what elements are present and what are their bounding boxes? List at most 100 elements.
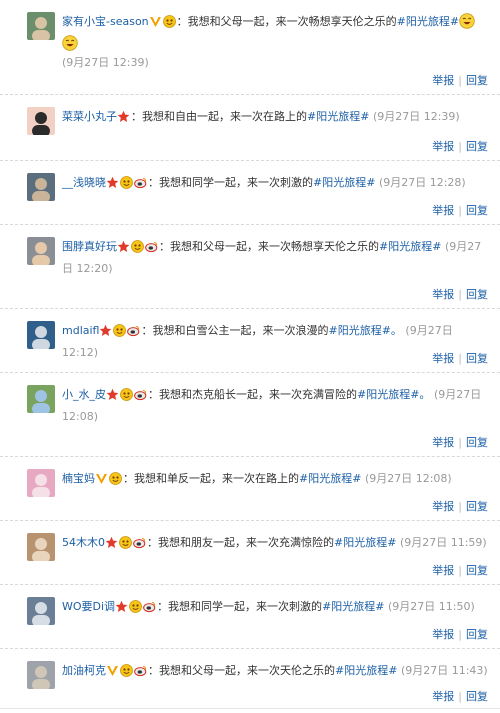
report-link[interactable]: 举报 [432, 140, 454, 153]
topic-link[interactable]: #阳光旅程# [313, 176, 375, 189]
avatar[interactable] [27, 237, 55, 265]
username-link[interactable]: __浅晓晓 [62, 176, 106, 189]
vip-v-icon[interactable] [106, 664, 119, 677]
username-link[interactable]: 54木木0 [62, 536, 105, 549]
emoticon-icon[interactable] [162, 15, 176, 28]
reply-link[interactable]: 回复 [466, 288, 488, 301]
report-link[interactable]: 举报 [432, 352, 454, 365]
username-link[interactable]: mdlaifl [62, 324, 99, 337]
comment-item: 菜菜小丸子 ：我想和自由一起，来一次在路上的#阳光旅程# (9月27日 12:39… [0, 94, 500, 160]
avatar[interactable] [27, 12, 55, 40]
vip-v-icon[interactable] [95, 472, 108, 485]
star-icon[interactable] [117, 240, 130, 253]
report-link[interactable]: 举报 [432, 628, 454, 641]
star-icon[interactable] [99, 324, 112, 337]
weibo-icon[interactable] [134, 664, 147, 677]
username-link[interactable]: 菜菜小丸子 [62, 110, 117, 123]
username-link[interactable]: WO要Di调 [62, 600, 115, 613]
username-link[interactable]: 围脖真好玩 [62, 240, 117, 253]
comment-actions: 举报 | 回复 [432, 688, 488, 704]
avatar[interactable] [27, 661, 55, 689]
comment-text: ：我想和朋友一起，来一次充满惊险的 [147, 536, 334, 549]
star-icon[interactable] [106, 388, 119, 401]
timestamp: (9月27日 12:28) [378, 176, 466, 189]
report-link[interactable]: 举报 [432, 288, 454, 301]
user-badges [106, 176, 148, 195]
user-badges [149, 15, 177, 34]
report-link[interactable]: 举报 [432, 74, 454, 87]
emoticon-icon[interactable] [109, 472, 122, 485]
comment-item: 楠宝妈 ：我想和单反一起，来一次在路上的#阳光旅程# (9月27日 12:08) 举… [0, 456, 500, 520]
comment-actions: 举报 | 回复 [432, 498, 488, 514]
avatar[interactable] [27, 469, 55, 497]
emoticon-icon[interactable] [120, 388, 133, 401]
comment-text: ：我想和父母一起，来一次畅想享天伦之乐的 [176, 15, 397, 28]
comment-text: ：我想和单反一起，来一次在路上的 [123, 472, 299, 485]
reply-link[interactable]: 回复 [466, 140, 488, 153]
topic-link[interactable]: #阳光旅程# [379, 240, 441, 253]
topic-link[interactable]: #阳光旅程# [397, 15, 459, 28]
weibo-icon[interactable] [145, 240, 158, 253]
reply-link[interactable]: 回复 [466, 690, 488, 703]
comment-item: mdlaifl ：我想和白雪公主一起，来一次浪漫的#阳光旅程#。 (9月27日 1… [0, 308, 500, 372]
user-badges [106, 388, 148, 407]
avatar[interactable] [27, 173, 55, 201]
emoticon-icon[interactable] [113, 324, 127, 337]
emoticon-icon[interactable] [129, 600, 142, 613]
reply-link[interactable]: 回复 [466, 352, 488, 365]
username-link[interactable]: 家有小宝-season [62, 15, 149, 28]
username-link[interactable]: 楠宝妈 [62, 472, 95, 485]
emoticon-icon[interactable] [120, 664, 133, 677]
report-link[interactable]: 举报 [432, 690, 454, 703]
weibo-icon[interactable] [143, 600, 156, 613]
topic-link[interactable]: #阳光旅程#。 [328, 324, 401, 337]
reply-link[interactable]: 回复 [466, 628, 488, 641]
report-link[interactable]: 举报 [432, 500, 454, 513]
topic-link[interactable]: #阳光旅程# [322, 600, 384, 613]
comment-body: 54木木0 ：我想和朋友一起，来一次充满惊险的#阳光旅程# (9月27日 11:5… [62, 533, 488, 555]
topic-link[interactable]: #阳光旅程# [299, 472, 361, 485]
action-separator: | [458, 140, 462, 153]
vip-v-icon[interactable] [149, 15, 162, 28]
reply-link[interactable]: 回复 [466, 204, 488, 217]
avatar[interactable] [27, 597, 55, 625]
reply-link[interactable]: 回复 [466, 74, 488, 87]
report-link[interactable]: 举报 [432, 436, 454, 449]
divider [0, 708, 500, 709]
action-separator: | [458, 436, 462, 449]
user-badges [115, 600, 157, 619]
star-icon[interactable] [105, 536, 118, 549]
topic-link[interactable]: #阳光旅程#。 [357, 388, 430, 401]
emoticon-icon[interactable] [119, 536, 132, 549]
action-separator: | [458, 352, 462, 365]
topic-link[interactable]: #阳光旅程# [335, 664, 397, 677]
username-link[interactable]: 加油柯克 [62, 664, 106, 677]
comment-actions: 举报 | 回复 [432, 286, 488, 302]
report-link[interactable]: 举报 [432, 204, 454, 217]
weibo-icon[interactable] [134, 176, 147, 189]
star-icon[interactable] [106, 176, 119, 189]
reply-link[interactable]: 回复 [466, 564, 488, 577]
weibo-icon[interactable] [127, 324, 140, 337]
star-icon[interactable] [115, 600, 128, 613]
action-separator: | [458, 288, 462, 301]
topic-link[interactable]: #阳光旅程# [307, 110, 369, 123]
avatar[interactable] [27, 321, 55, 349]
username-link[interactable]: 小_水_皮 [62, 388, 106, 401]
laughing-emoji-icon [459, 13, 475, 29]
emoticon-icon[interactable] [120, 176, 133, 189]
comment-text: ：我想和父母一起，来一次天伦之乐的 [148, 664, 335, 677]
avatar[interactable] [27, 385, 55, 413]
avatar[interactable] [27, 533, 55, 561]
star-icon[interactable] [117, 110, 130, 123]
emoticon-icon[interactable] [131, 240, 144, 253]
weibo-icon[interactable] [133, 536, 146, 549]
weibo-icon[interactable] [134, 388, 147, 401]
reply-link[interactable]: 回复 [466, 436, 488, 449]
topic-link[interactable]: #阳光旅程# [334, 536, 396, 549]
comment-text: ：我想和同学一起，来一次刺激的 [157, 600, 323, 613]
avatar[interactable] [27, 107, 55, 135]
user-badges [106, 664, 148, 683]
reply-link[interactable]: 回复 [466, 500, 488, 513]
report-link[interactable]: 举报 [432, 564, 454, 577]
